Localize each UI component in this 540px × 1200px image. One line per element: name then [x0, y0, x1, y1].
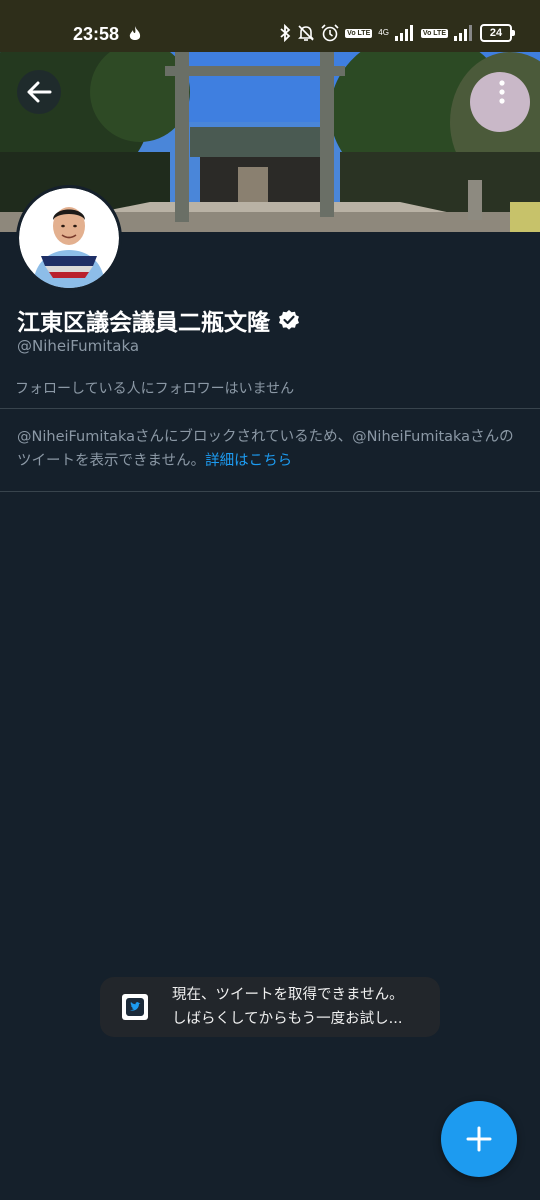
- network-type: 4G: [378, 28, 389, 37]
- avatar[interactable]: [16, 185, 122, 291]
- volte-badge-2: Vo LTE: [420, 28, 448, 38]
- status-bar: 23:58 Vo LTE 4G Vo LTE 24: [0, 0, 540, 52]
- display-name: 江東区議会議員二瓶文隆: [17, 303, 300, 337]
- status-time-text: 23:58: [73, 24, 120, 44]
- status-icons: Vo LTE 4G Vo LTE 24: [279, 24, 515, 42]
- twitter-app-icon: [122, 994, 148, 1020]
- divider-top: [0, 408, 540, 409]
- compose-button[interactable]: [441, 1101, 517, 1177]
- divider-bottom: [0, 491, 540, 492]
- more-vertical-icon: [499, 80, 505, 104]
- blocked-message: @NiheiFumitakaさんにブロックされているため、@NiheiFumit…: [17, 425, 527, 473]
- profile-handle: @NiheiFumitaka: [17, 337, 140, 355]
- status-time: 23:58: [73, 24, 142, 45]
- toast-text: 現在、ツイートを取得できません。 しばらくしてからもう一度お試し...: [172, 983, 404, 1031]
- error-toast: 現在、ツイートを取得できません。 しばらくしてからもう一度お試し...: [100, 977, 440, 1037]
- arrow-left-icon: [27, 81, 52, 103]
- bluetooth-icon: [280, 24, 291, 42]
- battery-indicator: 24: [480, 24, 515, 42]
- flame-icon: [129, 26, 141, 40]
- more-options-button[interactable]: [480, 70, 524, 114]
- toast-line-2: しばらくしてからもう一度お試し...: [172, 1011, 403, 1027]
- toast-line-1: 現在、ツイートを取得できません。: [172, 987, 404, 1003]
- alarm-icon: [321, 24, 339, 42]
- learn-more-link[interactable]: 詳細はこちら: [205, 453, 292, 469]
- followers-you-know-note[interactable]: フォローしている人にフォロワーはいません: [15, 378, 294, 398]
- signal-icon-1: [394, 25, 413, 41]
- volte-badge-1: Vo LTE: [345, 28, 373, 38]
- bell-off-icon: [298, 25, 315, 41]
- back-button[interactable]: [17, 70, 61, 114]
- display-name-text: 江東区議会議員二瓶文隆: [17, 310, 270, 336]
- avatar-image: [19, 188, 119, 288]
- signal-icon-2: [454, 25, 472, 41]
- twitter-bird-glyph: [126, 998, 144, 1016]
- verified-badge-icon: [279, 310, 299, 330]
- plus-icon: [466, 1126, 492, 1152]
